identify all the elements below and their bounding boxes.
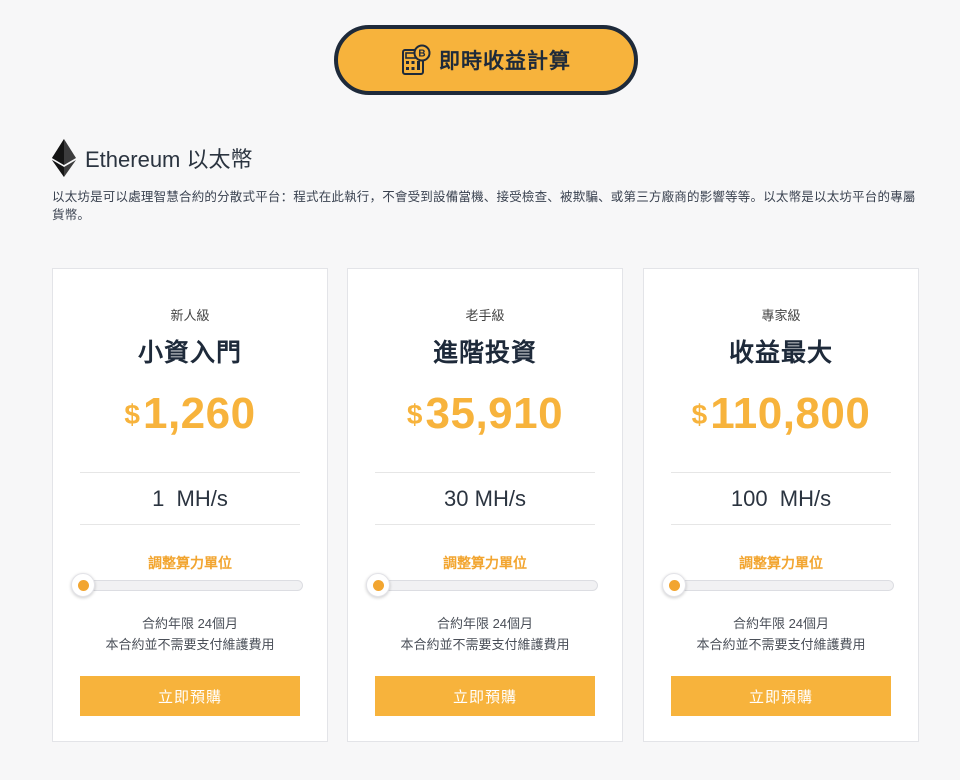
contract-terms: 合約年限 24個月 本合約並不需要支付維護費用 bbox=[644, 613, 918, 655]
maintenance-fee-note: 本合約並不需要支付維護費用 bbox=[105, 637, 275, 652]
hashrate-value: 30 MH/s bbox=[444, 485, 526, 511]
plan-level: 新人級 bbox=[170, 308, 210, 323]
contract-terms: 合約年限 24個月 本合約並不需要支付維護費用 bbox=[53, 613, 327, 655]
maintenance-fee-note: 本合約並不需要支付維護費用 bbox=[400, 637, 570, 652]
realtime-profit-calculator-button[interactable]: B 即時收益計算 bbox=[334, 25, 638, 95]
ethereum-icon bbox=[52, 139, 76, 177]
slider-track[interactable] bbox=[73, 580, 303, 591]
slider-handle[interactable] bbox=[662, 573, 686, 597]
hashrate-slider[interactable] bbox=[366, 573, 598, 597]
hashrate-value: 100 MH/s bbox=[730, 485, 832, 511]
plan-price: $1,260 bbox=[53, 389, 327, 439]
slider-track[interactable] bbox=[664, 580, 894, 591]
adjust-hashrate-label: 調整算力單位 bbox=[739, 555, 823, 571]
svg-text:B: B bbox=[418, 49, 425, 60]
contract-term-line: 合約年限 24個月 bbox=[732, 616, 830, 631]
slider-track[interactable] bbox=[368, 580, 598, 591]
plan-name: 小資入門 bbox=[137, 339, 242, 367]
preorder-button[interactable]: 立即預購 bbox=[80, 676, 300, 716]
adjust-hashrate-label: 調整算力單位 bbox=[148, 555, 232, 571]
price-amount: 1,260 bbox=[142, 389, 256, 438]
slider-handle[interactable] bbox=[71, 573, 95, 597]
contract-term-line: 合約年限 24個月 bbox=[141, 616, 239, 631]
plan-name: 收益最大 bbox=[728, 339, 833, 367]
hashrate-display: 30 MH/s bbox=[375, 472, 595, 525]
contract-term-line: 合約年限 24個月 bbox=[436, 616, 534, 631]
calculator-button-label: 即時收益計算 bbox=[439, 50, 571, 73]
page: B 即時收益計算 Ethereum 以太幣 以太坊是可以處理智慧合約的分散式平台… bbox=[0, 0, 960, 780]
coin-description: 以太坊是可以處理智慧合約的分散式平台：程式在此執行，不會受到設備當機、接受檢查、… bbox=[52, 190, 916, 222]
preorder-button[interactable]: 立即預購 bbox=[375, 676, 595, 716]
plan-card-expert: 專家級 收益最大 $110,800 100 MH/s 調整算力單位 合約年限 2… bbox=[643, 268, 919, 742]
coin-heading: Ethereum 以太幣 bbox=[51, 138, 253, 178]
hashrate-value: 1 MH/s bbox=[152, 485, 228, 511]
plan-name: 進階投資 bbox=[432, 339, 537, 367]
currency-symbol: $ bbox=[124, 399, 140, 430]
hashrate-display: 1 MH/s bbox=[80, 472, 300, 525]
price-amount: 35,910 bbox=[425, 389, 564, 438]
plan-card-advanced: 老手級 進階投資 $35,910 30 MH/s 調整算力單位 合約年限 24個… bbox=[347, 268, 623, 742]
plan-card-starter: 新人級 小資入門 $1,260 1 MH/s 調整算力單位 合約年限 24個月 … bbox=[52, 268, 328, 742]
coin-title: Ethereum 以太幣 bbox=[85, 147, 253, 172]
currency-symbol: $ bbox=[691, 399, 708, 430]
preorder-button[interactable]: 立即預購 bbox=[671, 676, 891, 716]
currency-symbol: $ bbox=[406, 399, 423, 430]
plan-level: 老手級 bbox=[465, 308, 505, 323]
adjust-hashrate-label: 調整算力單位 bbox=[443, 555, 527, 571]
contract-terms: 合約年限 24個月 本合約並不需要支付維護費用 bbox=[348, 613, 622, 655]
plan-price: $35,910 bbox=[348, 389, 622, 439]
slider-handle[interactable] bbox=[366, 573, 390, 597]
plan-level: 專家級 bbox=[761, 308, 801, 323]
hashrate-display: 100 MH/s bbox=[671, 472, 891, 525]
plan-price: $110,800 bbox=[644, 389, 918, 439]
price-amount: 110,800 bbox=[710, 389, 871, 438]
hashrate-slider[interactable] bbox=[662, 573, 894, 597]
hashrate-slider[interactable] bbox=[71, 573, 303, 597]
bitcoin-calculator-icon: B bbox=[402, 44, 431, 75]
maintenance-fee-note: 本合約並不需要支付維護費用 bbox=[696, 637, 866, 652]
